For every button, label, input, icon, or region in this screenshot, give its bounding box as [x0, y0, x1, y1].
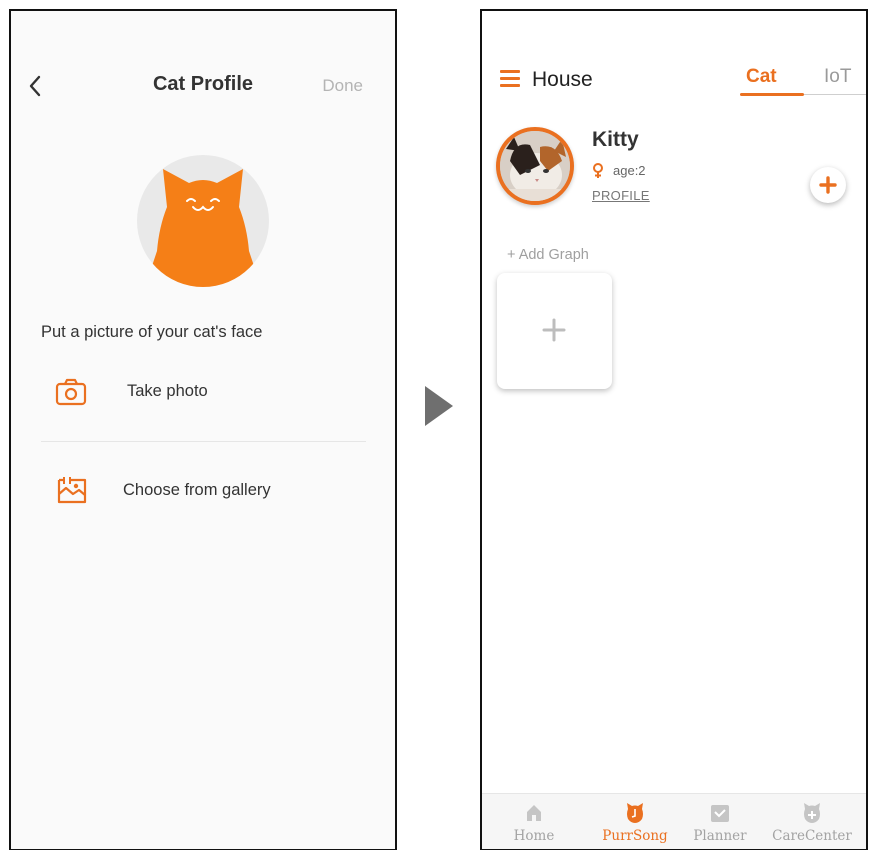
add-graph-label[interactable]: + Add Graph	[507, 247, 589, 263]
nav-carecenter[interactable]: CareCenter	[766, 794, 858, 849]
nav-carecenter-label: CareCenter	[772, 828, 852, 844]
purrsong-icon	[627, 803, 643, 823]
transition-arrow-icon	[423, 384, 455, 428]
tab-iot[interactable]: IoT	[824, 66, 851, 88]
nav-purrsong[interactable]: PurrSong	[589, 794, 681, 849]
add-pet-button[interactable]	[810, 167, 846, 203]
tab-bar: Cat IoT	[740, 66, 866, 98]
menu-icon[interactable]	[500, 70, 520, 88]
plus-icon	[542, 318, 566, 342]
pet-name: Kitty	[592, 128, 639, 151]
choose-gallery-option[interactable]: Choose from gallery	[41, 467, 366, 517]
nav-purrsong-label: PurrSong	[602, 828, 668, 844]
photo-prompt: Put a picture of your cat's face	[41, 323, 263, 341]
nav-planner[interactable]: Planner	[674, 794, 766, 849]
nav-home[interactable]: Home	[488, 794, 580, 849]
nav-planner-label: Planner	[693, 828, 747, 844]
house-screen: House Cat IoT Kitty age:2 PROFILE + Add …	[480, 9, 868, 850]
planner-icon	[711, 805, 729, 822]
tab-active-indicator	[740, 93, 804, 96]
divider	[41, 441, 366, 442]
cat-face-icon	[145, 169, 261, 287]
female-icon	[592, 163, 604, 179]
nav-home-label: Home	[513, 828, 555, 844]
gallery-label: Choose from gallery	[123, 481, 271, 499]
gallery-icon	[55, 476, 89, 506]
cat-avatar-placeholder[interactable]	[137, 155, 269, 287]
pet-avatar[interactable]	[496, 127, 574, 205]
camera-icon	[55, 377, 89, 407]
cat-profile-screen: Cat Profile Done Put a picture of your c…	[9, 9, 397, 850]
carecenter-icon	[804, 803, 820, 823]
profile-link[interactable]: PROFILE	[592, 188, 650, 203]
add-graph-card[interactable]	[497, 273, 612, 389]
done-button[interactable]: Done	[322, 76, 363, 96]
take-photo-label: Take photo	[127, 382, 208, 400]
plus-icon	[819, 176, 837, 194]
pet-age: age:2	[613, 163, 646, 178]
bottom-nav: Home PurrSong Planner CareCenter	[482, 793, 866, 849]
home-icon	[527, 805, 541, 821]
take-photo-option[interactable]: Take photo	[41, 368, 366, 418]
tab-cat[interactable]: Cat	[746, 66, 777, 88]
page-title: House	[532, 68, 593, 91]
